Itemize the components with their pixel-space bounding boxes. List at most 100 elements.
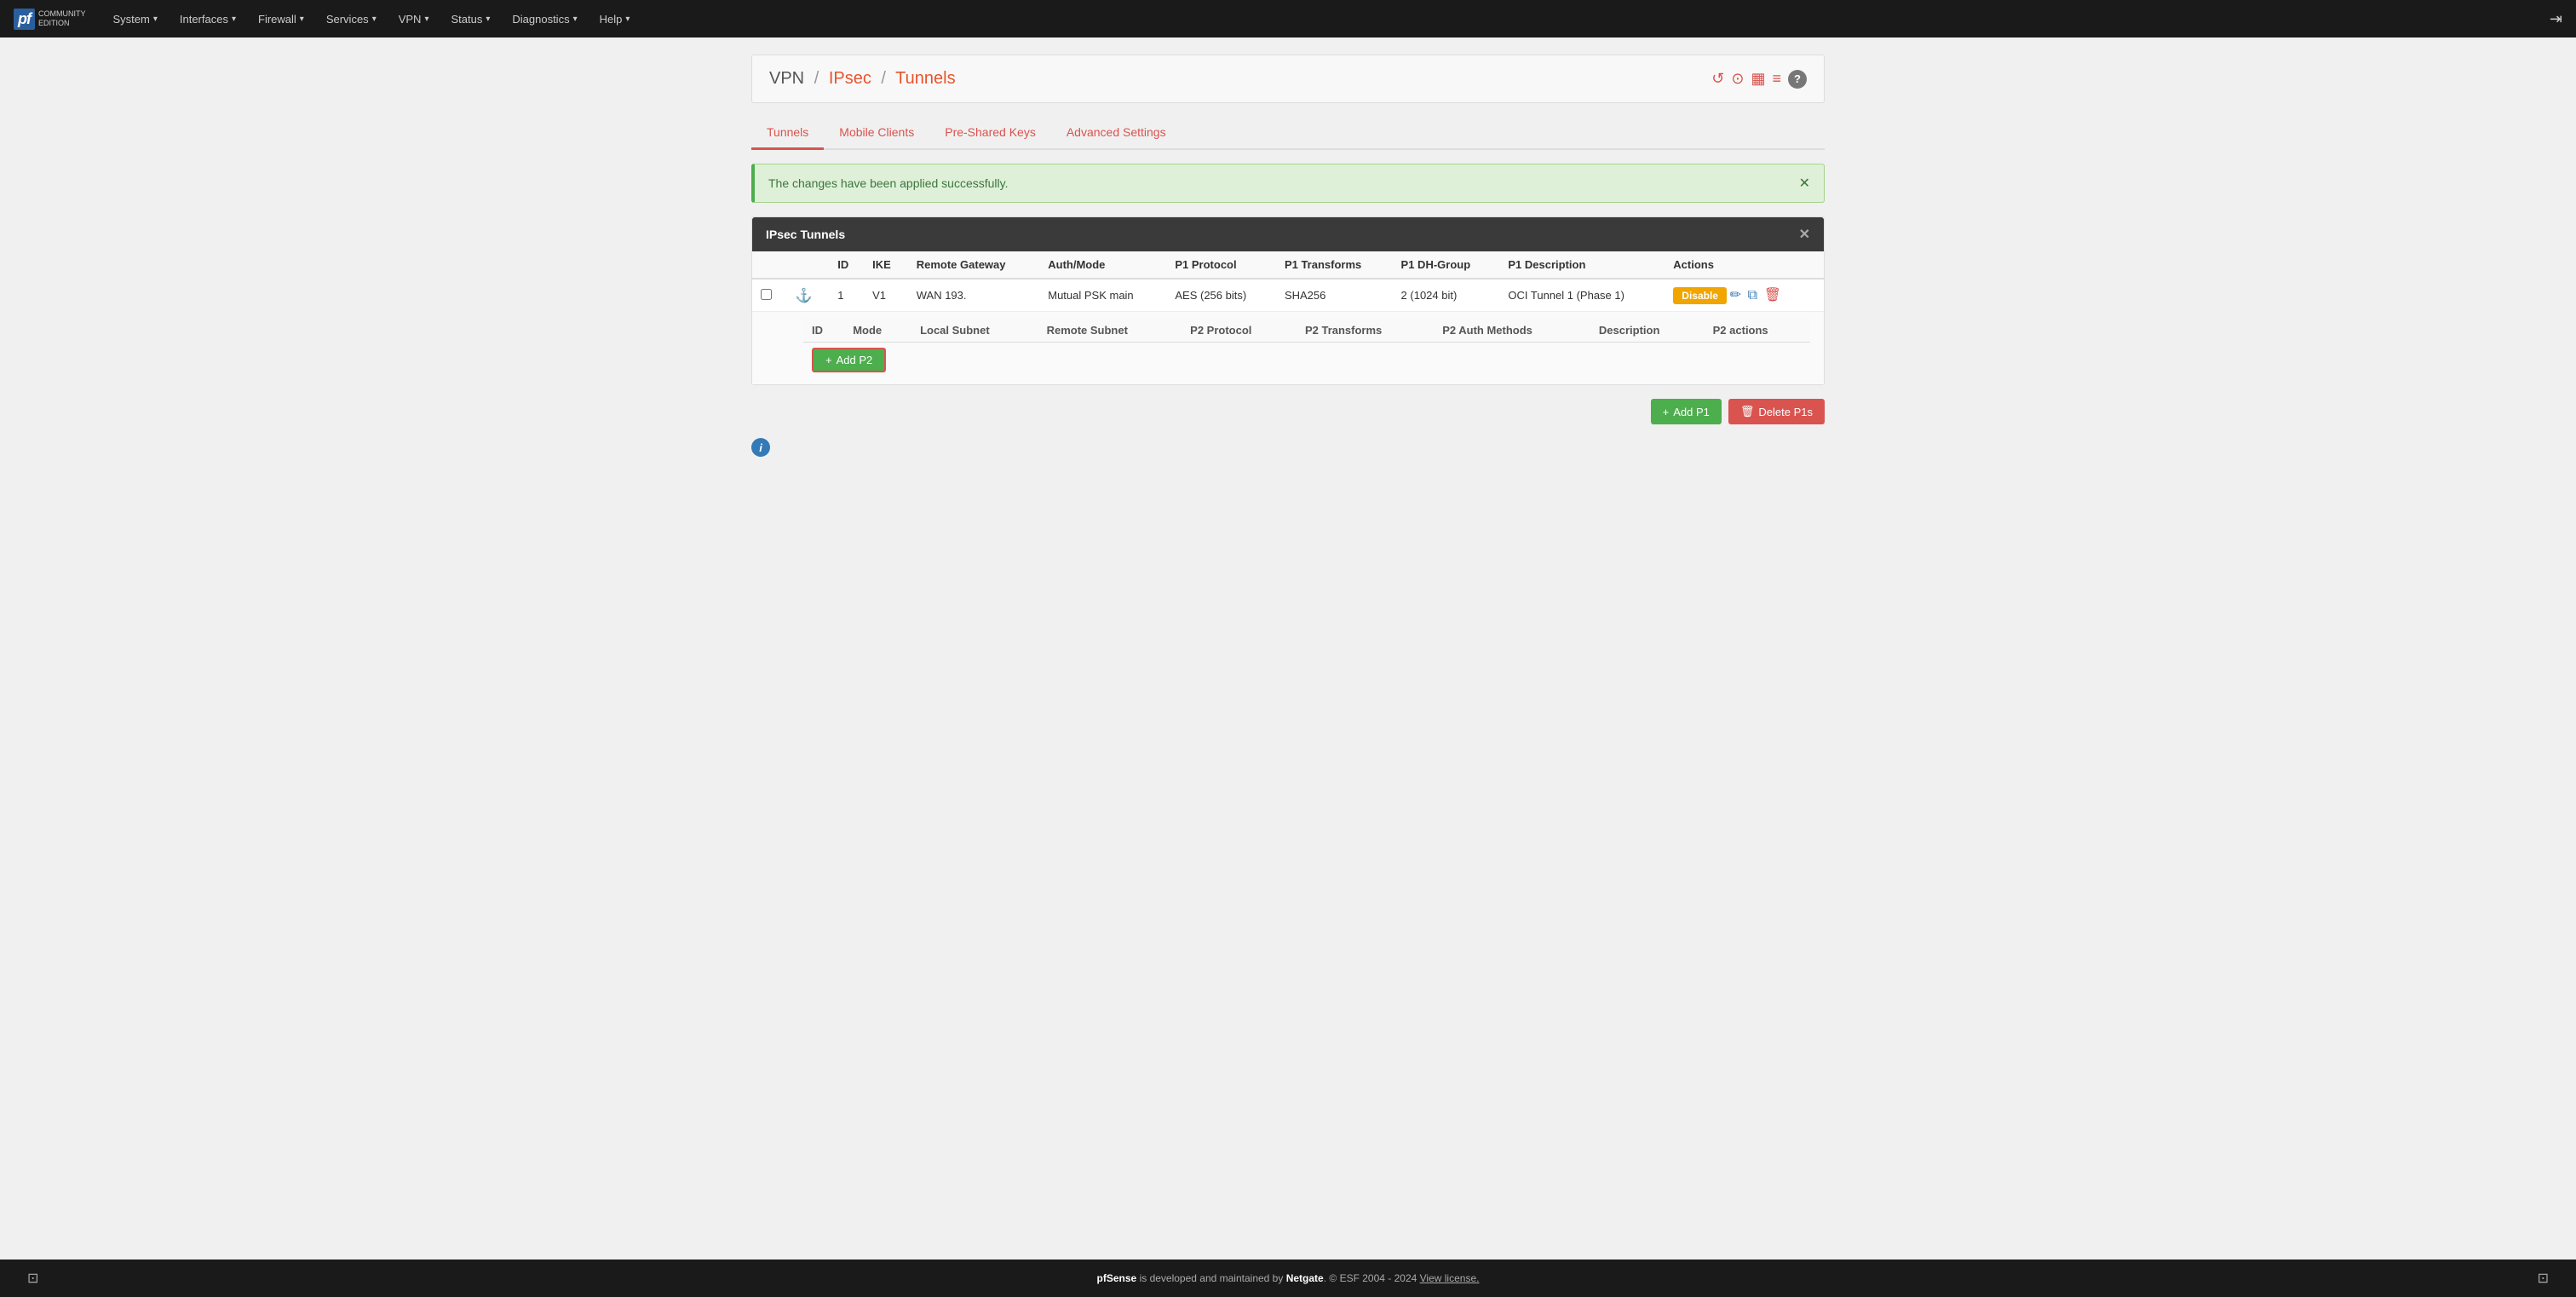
row-checkbox[interactable] [761,289,772,300]
nav-item-diagnostics[interactable]: Diagnostics ▾ [502,8,587,31]
navbar: pf COMMUNITYEDITION System ▾ Interfaces … [0,0,2576,37]
p2-col-remote-subnet: Remote Subnet [1038,319,1182,343]
panel-close-button[interactable]: ✕ [1799,226,1810,243]
col-actions: Actions [1665,251,1824,279]
list-icon[interactable]: ≡ [1772,70,1781,88]
footer-right-icon[interactable]: ⊡ [2538,1270,2549,1287]
add-p1-button[interactable]: + Add P1 [1651,399,1722,424]
brand-edition: COMMUNITYEDITION [38,9,86,28]
panel-heading: IPsec Tunnels ✕ [752,217,1824,251]
nav-menu: System ▾ Interfaces ▾ Firewall ▾ Service… [103,8,2550,31]
tab-advanced-settings[interactable]: Advanced Settings [1051,117,1182,150]
tab-pre-shared-keys[interactable]: Pre-Shared Keys [929,117,1051,150]
footer-left-icon[interactable]: ⊡ [27,1270,38,1287]
status-icon[interactable]: ⊙ [1731,70,1744,88]
nav-item-system[interactable]: System ▾ [103,8,168,31]
nav-item-firewall[interactable]: Firewall ▾ [248,8,314,31]
anchor-cell: ⚓ [787,279,829,312]
chevron-down-icon: ▾ [625,14,630,24]
nav-item-status[interactable]: Status ▾ [440,8,500,31]
col-checkbox [752,251,787,279]
p1-transforms-cell: SHA256 [1276,279,1393,312]
footer-text: pfSense is developed and maintained by N… [1097,1272,1480,1284]
alert-close-button[interactable]: ✕ [1799,175,1810,192]
footer-license-link[interactable]: View license. [1420,1272,1480,1284]
nav-item-vpn[interactable]: VPN ▾ [388,8,440,31]
footer-maintainer: Netgate [1286,1272,1324,1284]
add-p2-button[interactable]: + Add P2 [812,348,886,372]
trash-icon: 🗑 [1740,405,1755,418]
actions-cell: Disable ✏ ⧉ 🗑 [1665,279,1824,312]
p2-col-actions: P2 actions [1705,319,1810,343]
help-icon[interactable]: ? [1788,70,1807,89]
phase2-wrapper: ID Mode Local Subnet Remote Subnet P2 Pr… [752,312,1824,384]
col-ike: IKE [864,251,908,279]
phase2-row: ID Mode Local Subnet Remote Subnet P2 Pr… [752,312,1824,385]
tabs: Tunnels Mobile Clients Pre-Shared Keys A… [751,117,1825,150]
logout-icon[interactable]: ⇥ [2550,10,2562,28]
info-section: i [751,438,1825,457]
p2-col-auth-methods: P2 Auth Methods [1434,319,1590,343]
add-p2-cell: + Add P2 [803,343,1810,378]
brand-logo: pf COMMUNITYEDITION [14,9,86,30]
breadcrumb: VPN / IPsec / Tunnels [769,69,956,89]
p1-protocol-cell: AES (256 bits) [1166,279,1276,312]
chevron-down-icon: ▾ [300,14,304,24]
col-p1-description: P1 Description [1499,251,1665,279]
nav-item-services[interactable]: Services ▾ [316,8,387,31]
ipsec-tunnels-panel: IPsec Tunnels ✕ ID IKE Remote Gateway Au… [751,216,1825,385]
chevron-down-icon: ▾ [424,14,428,24]
page-header: VPN / IPsec / Tunnels ↺ ⊙ ▦ ≡ ? [751,55,1825,103]
col-p1-transforms: P1 Transforms [1276,251,1393,279]
p2-empty-row: + Add P2 [803,343,1810,378]
chevron-down-icon: ▾ [486,14,490,24]
footer-brand: pfSense [1097,1272,1137,1284]
remote-gateway-cell: WAN 193. [908,279,1040,312]
tab-mobile-clients[interactable]: Mobile Clients [824,117,929,150]
p2-col-id: ID [803,319,844,343]
p2-col-p2-transforms: P2 Transforms [1297,319,1434,343]
delete-icon[interactable]: 🗑 [1764,288,1781,303]
chevron-down-icon: ▾ [232,14,236,24]
col-remote-gateway: Remote Gateway [908,251,1040,279]
nav-item-help[interactable]: Help ▾ [589,8,641,31]
copy-icon[interactable]: ⧉ [1748,288,1757,303]
delete-p1s-button[interactable]: 🗑 Delete P1s [1728,399,1825,424]
col-anchor [787,251,829,279]
chevron-down-icon: ▾ [372,14,377,24]
p1-dh-group-cell: 2 (1024 bit) [1393,279,1500,312]
main-content: VPN / IPsec / Tunnels ↺ ⊙ ▦ ≡ ? Tunnels … [726,37,1850,1260]
tunnels-table: ID IKE Remote Gateway Auth/Mode P1 Proto… [752,251,1824,384]
chevron-down-icon: ▾ [573,14,578,24]
plus-icon: + [825,354,832,366]
p2-col-mode: Mode [844,319,911,343]
anchor-icon: ⚓ [796,289,813,303]
chart-icon[interactable]: ▦ [1751,70,1765,88]
footer: ⊡ pfSense is developed and maintained by… [0,1260,2576,1297]
col-id: ID [829,251,864,279]
info-icon[interactable]: i [751,438,770,457]
col-p1-dh-group: P1 DH-Group [1393,251,1500,279]
col-p1-protocol: P1 Protocol [1166,251,1276,279]
auth-mode-cell: Mutual PSK main [1039,279,1166,312]
breadcrumb-ipsec[interactable]: IPsec [829,69,871,88]
edit-icon[interactable]: ✏ [1730,288,1741,303]
row-checkbox-cell [752,279,787,312]
ike-cell: V1 [864,279,908,312]
p2-col-p2-protocol: P2 Protocol [1182,319,1297,343]
breadcrumb-tunnels[interactable]: Tunnels [895,69,955,88]
p2-col-description: Description [1590,319,1705,343]
nav-item-interfaces[interactable]: Interfaces ▾ [170,8,246,31]
col-auth-mode: Auth/Mode [1039,251,1166,279]
breadcrumb-vpn: VPN [769,69,804,88]
panel-title: IPsec Tunnels [766,228,845,241]
refresh-icon[interactable]: ↺ [1711,70,1724,88]
alert-message: The changes have been applied successful… [768,176,1008,190]
phase2-table: ID Mode Local Subnet Remote Subnet P2 Pr… [803,319,1810,378]
table-row: ⚓ 1 V1 WAN 193. Mutual PSK main AES (256… [752,279,1824,312]
footer-icons: ⊡ pfSense is developed and maintained by… [10,1270,2566,1287]
disable-button[interactable]: Disable [1673,287,1727,304]
tab-tunnels[interactable]: Tunnels [751,117,824,150]
alert-success: The changes have been applied successful… [751,164,1825,203]
p2-col-local-subnet: Local Subnet [911,319,1038,343]
